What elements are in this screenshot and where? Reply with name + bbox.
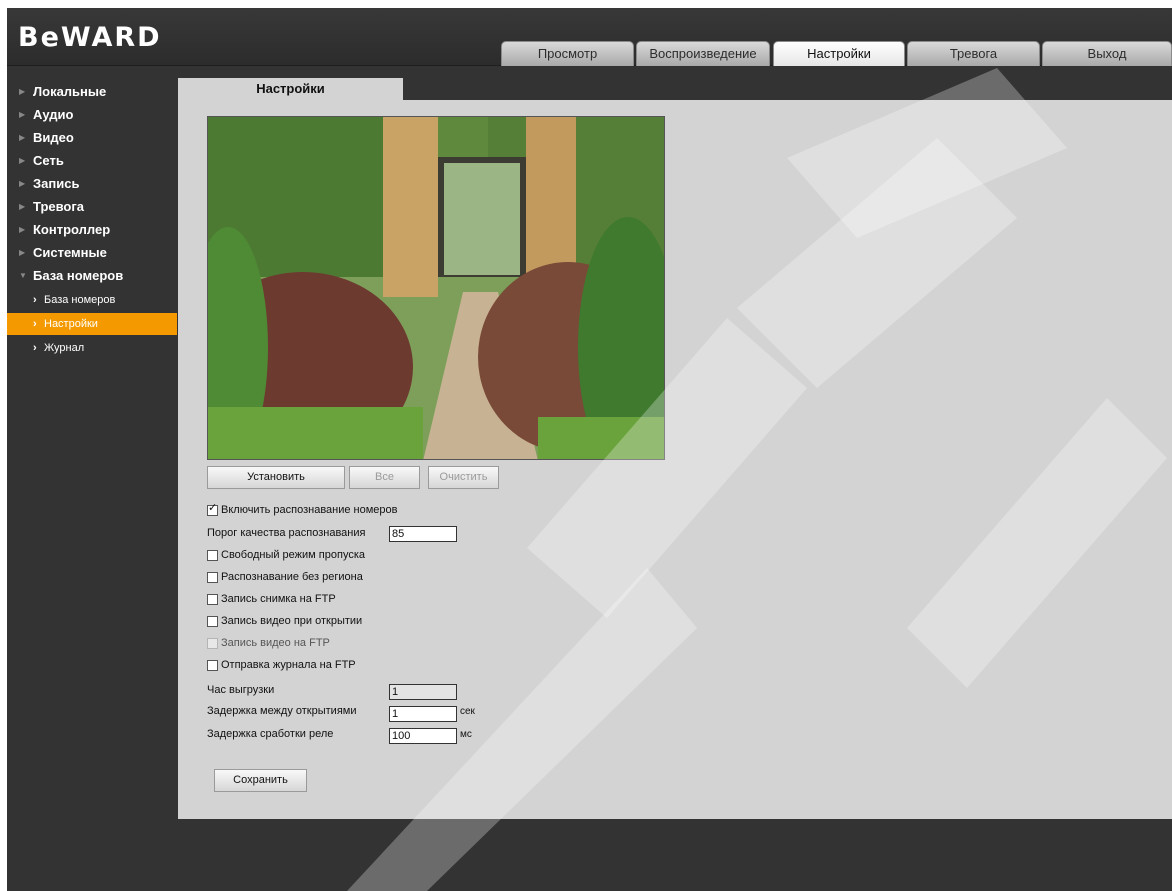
sidebar-item-controller[interactable]: ▶ Контроллер <box>7 218 177 241</box>
chevron-right-icon: › <box>33 294 37 306</box>
clear-button[interactable]: Очистить <box>428 466 499 489</box>
free-pass-mode-label: Свободный режим пропуска <box>221 549 365 561</box>
content-tab-settings: Настройки <box>178 78 403 101</box>
sidebar-item-video[interactable]: ▶ Видео <box>7 126 177 149</box>
tab-exit[interactable]: Выход <box>1042 41 1172 66</box>
all-button[interactable]: Все <box>349 466 420 489</box>
sidebar-item-label: Аудио <box>33 107 74 122</box>
open-delay-input[interactable] <box>389 706 457 722</box>
beward-logo: BeWARD <box>18 22 162 53</box>
snapshot-ftp-checkbox[interactable] <box>207 594 218 605</box>
tab-playback[interactable]: Воспроизведение <box>636 41 770 66</box>
triangle-right-icon: ▶ <box>19 87 26 96</box>
quality-threshold-label: Порог качества распознавания <box>207 527 366 539</box>
free-pass-mode-checkbox[interactable] <box>207 550 218 561</box>
sidebar: ▶ Локальные ▶ Аудио ▶ Видео ▶ Сеть ▶ Запись ▶… <box>7 80 177 359</box>
enable-recognition-checkbox[interactable]: ✓ <box>207 502 218 516</box>
sidebar-subitem-settings[interactable]: › Настройки <box>7 313 177 335</box>
open-delay-unit: сек <box>460 706 475 717</box>
open-delay-label: Задержка между открытиями <box>207 705 357 717</box>
video-on-open-checkbox[interactable] <box>207 616 218 627</box>
triangle-right-icon: ▶ <box>19 156 26 165</box>
camera-preview[interactable] <box>207 116 665 460</box>
sidebar-item-label: Системные <box>33 245 107 260</box>
sidebar-item-label: Запись <box>33 176 80 191</box>
triangle-right-icon: ▶ <box>19 248 26 257</box>
camera-preview-image <box>208 117 664 459</box>
sidebar-item-label: База номеров <box>33 268 124 283</box>
relay-delay-input[interactable] <box>389 728 457 744</box>
triangle-down-icon: ▼ <box>19 271 27 280</box>
upload-hour-input[interactable] <box>389 684 457 700</box>
sidebar-item-audio[interactable]: ▶ Аудио <box>7 103 177 126</box>
checkmark-icon: ✓ <box>208 502 218 514</box>
triangle-right-icon: ▶ <box>19 202 26 211</box>
tab-alarm[interactable]: Тревога <box>907 41 1040 66</box>
set-button[interactable]: Установить <box>207 466 345 489</box>
triangle-right-icon: ▶ <box>19 133 26 142</box>
sidebar-item-label: Видео <box>33 130 74 145</box>
snapshot-ftp-label: Запись снимка на FTP <box>221 593 336 605</box>
video-ftp-checkbox[interactable] <box>207 638 218 649</box>
sidebar-item-label: Сеть <box>33 153 64 168</box>
triangle-right-icon: ▶ <box>19 110 26 119</box>
app-window: BeWARD Просмотр Воспроизведение Настройк… <box>7 8 1172 891</box>
sidebar-subitem-label: База номеров <box>44 294 116 306</box>
no-region-recognition-checkbox[interactable] <box>207 572 218 583</box>
sidebar-item-alarm[interactable]: ▶ Тревога <box>7 195 177 218</box>
sidebar-item-label: Контроллер <box>33 222 111 237</box>
tab-view[interactable]: Просмотр <box>501 41 634 66</box>
quality-threshold-input[interactable] <box>389 526 457 542</box>
relay-delay-label: Задержка сработки реле <box>207 728 334 740</box>
enable-recognition-label: Включить распознавание номеров <box>221 504 398 516</box>
sidebar-item-plate-database[interactable]: ▼ База номеров <box>7 264 177 287</box>
journal-ftp-checkbox[interactable] <box>207 660 218 671</box>
sidebar-item-label: Тревога <box>33 199 85 214</box>
sidebar-item-record[interactable]: ▶ Запись <box>7 172 177 195</box>
sidebar-subitem-journal[interactable]: › Журнал <box>7 337 177 359</box>
video-on-open-label: Запись видео при открытии <box>221 615 363 627</box>
sidebar-subitem-plate-database[interactable]: › База номеров <box>7 289 177 311</box>
sidebar-item-network[interactable]: ▶ Сеть <box>7 149 177 172</box>
sidebar-item-system[interactable]: ▶ Системные <box>7 241 177 264</box>
no-region-recognition-label: Распознавание без региона <box>221 571 363 583</box>
save-button[interactable]: Сохранить <box>214 769 307 792</box>
chevron-right-icon: › <box>33 342 37 354</box>
sidebar-item-label: Локальные <box>33 84 107 99</box>
relay-delay-unit: мс <box>460 729 472 740</box>
video-ftp-label: Запись видео на FTP <box>221 637 330 649</box>
journal-ftp-label: Отправка журнала на FTP <box>221 659 356 671</box>
upload-hour-label: Час выгрузки <box>207 684 275 696</box>
top-bar: BeWARD Просмотр Воспроизведение Настройк… <box>7 8 1172 66</box>
content-panel: Установить Все Очистить ✓ Включить распо… <box>178 100 1172 819</box>
chevron-right-icon: › <box>33 318 37 330</box>
tab-settings[interactable]: Настройки <box>773 41 905 66</box>
sidebar-subitem-label: Настройки <box>44 318 98 330</box>
sidebar-item-local[interactable]: ▶ Локальные <box>7 80 177 103</box>
sidebar-subitem-label: Журнал <box>44 342 85 354</box>
triangle-right-icon: ▶ <box>19 179 26 188</box>
triangle-right-icon: ▶ <box>19 225 26 234</box>
